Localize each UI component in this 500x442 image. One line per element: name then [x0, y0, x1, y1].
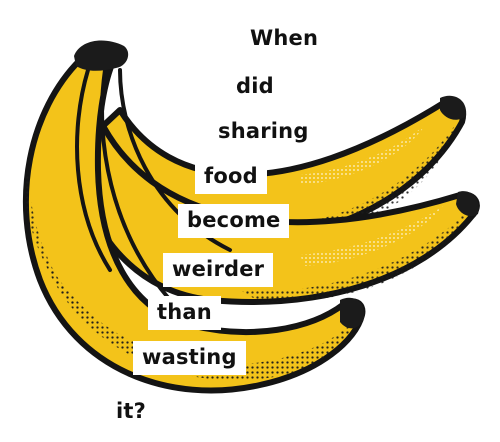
word-when: When [250, 26, 319, 50]
word-did: did [236, 74, 274, 98]
banana-stem [74, 40, 129, 71]
word-wasting: wasting [133, 341, 246, 375]
word-sharing: sharing [218, 119, 309, 143]
word-than: than [148, 296, 221, 330]
word-become: become [178, 204, 290, 238]
word-it: it? [116, 399, 147, 423]
word-weirder: weirder [163, 253, 274, 287]
word-food: food [195, 160, 267, 194]
